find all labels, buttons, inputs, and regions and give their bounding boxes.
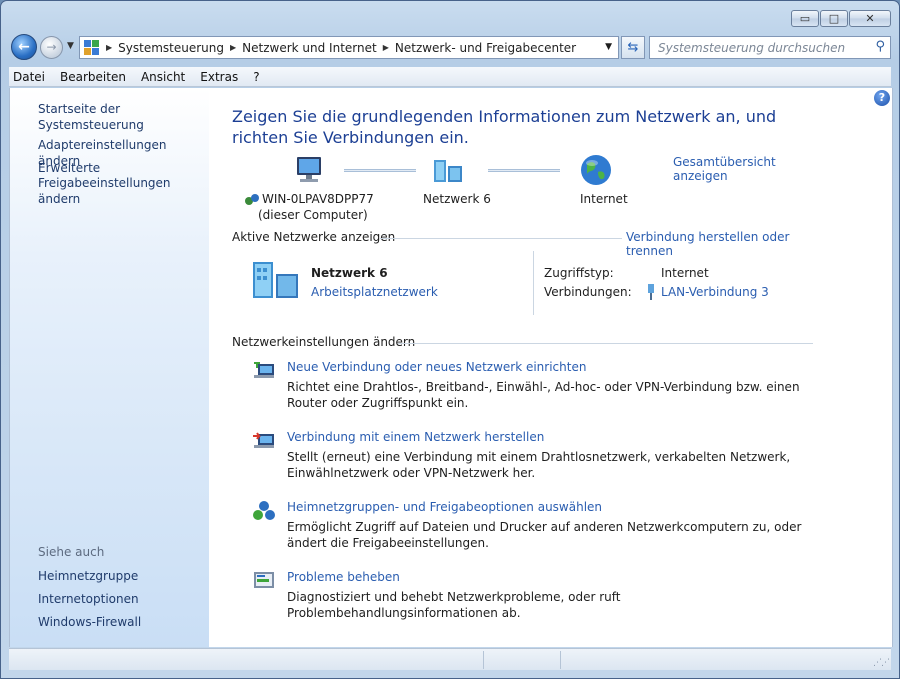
status-divider	[560, 651, 561, 669]
chevron-right-icon[interactable]: ▶	[230, 43, 236, 52]
access-type-label: Zugriffstyp:	[544, 266, 614, 280]
active-networks-heading: Aktive Netzwerke anzeigen	[232, 230, 396, 244]
homegroup-icon	[252, 500, 276, 522]
lan-connection-icon	[645, 284, 657, 300]
network-label: Netzwerk 6	[423, 192, 491, 206]
access-type-value: Internet	[661, 266, 709, 280]
breadcrumb-systemsteuerung[interactable]: Systemsteuerung	[118, 41, 224, 55]
new-connection-icon	[252, 360, 276, 382]
menu-ansicht[interactable]: Ansicht	[141, 70, 185, 84]
content-area: Startseite der Systemsteuerung Adapterei…	[9, 88, 893, 647]
active-network-name: Netzwerk 6	[311, 266, 388, 280]
map-connection-line	[488, 169, 560, 172]
vertical-divider	[533, 251, 534, 315]
chevron-right-icon: ▶	[106, 43, 113, 52]
task-homegroup-link[interactable]: Heimnetzgruppen- und Freigabeoptionen au…	[287, 500, 602, 514]
network-icon[interactable]	[432, 156, 466, 189]
menu-help[interactable]: ?	[253, 70, 259, 84]
section-divider	[380, 238, 622, 239]
link-windows-firewall[interactable]: Windows-Firewall	[38, 614, 141, 630]
see-also-heading: Siehe auch	[38, 545, 105, 559]
settings-heading: Netzwerkeinstellungen ändern	[232, 335, 416, 349]
control-panel-icon	[84, 39, 100, 56]
link-advanced-sharing-line1[interactable]: Erweiterte	[38, 160, 100, 176]
section-divider	[398, 343, 813, 344]
resize-grip-icon[interactable]: ⋰⋰	[873, 658, 890, 668]
troubleshoot-icon	[252, 570, 276, 592]
task-new-connection-desc: Richtet eine Drahtlos-, Breitband-, Einw…	[287, 380, 800, 410]
task-connect-network-desc: Stellt (erneut) eine Verbindung mit eine…	[287, 450, 791, 480]
search-icon[interactable]: ⚲	[875, 39, 885, 54]
maximize-button[interactable]: □	[820, 10, 848, 27]
task-homegroup-desc: Ermöglicht Zugriff auf Dateien und Druck…	[287, 520, 802, 550]
status-bar: ⋰⋰	[9, 648, 891, 670]
link-advanced-sharing-line2[interactable]: Freigabeeinstellungen ändern	[38, 175, 209, 207]
breadcrumb-netzwerk-internet[interactable]: Netzwerk und Internet	[242, 41, 377, 55]
caption-buttons: ▭ □ ✕	[790, 10, 891, 27]
search-placeholder: Systemsteuerung durchsuchen	[658, 41, 846, 55]
link-homegroup[interactable]: Heimnetzgruppe	[38, 568, 138, 584]
network-type-link[interactable]: Arbeitsplatznetzwerk	[311, 285, 438, 299]
computer-label: WIN-0LPAV8DPP77	[244, 192, 374, 206]
menu-extras[interactable]: Extras	[200, 70, 238, 84]
task-new-connection-link[interactable]: Neue Verbindung oder neues Netzwerk einr…	[287, 360, 586, 374]
refresh-icon: ⇆	[627, 40, 639, 55]
link-internet-options[interactable]: Internetoptionen	[38, 591, 139, 607]
forward-button[interactable]: →	[40, 36, 63, 59]
link-control-panel-home[interactable]: Startseite der Systemsteuerung	[38, 101, 209, 133]
computer-icon	[292, 155, 326, 190]
chevron-right-icon[interactable]: ▶	[383, 43, 389, 52]
task-connect-network-link[interactable]: Verbindung mit einem Netzwerk herstellen	[287, 430, 544, 444]
computer-name: WIN-0LPAV8DPP77	[262, 192, 374, 206]
close-button[interactable]: ✕	[849, 10, 891, 27]
page-title: Zeigen Sie die grundlegenden Information…	[232, 107, 777, 147]
breadcrumb-freigabecenter[interactable]: Netzwerk- und Freigabecenter	[395, 41, 576, 55]
help-icon[interactable]: ?	[874, 90, 890, 106]
explorer-window: ▭ □ ✕ ← → ▼ ▶ Systemsteuerung ▶ Netzwerk…	[0, 0, 900, 679]
menu-datei[interactable]: Datei	[13, 70, 45, 84]
back-button[interactable]: ←	[11, 34, 37, 60]
computer-sub-label: (dieser Computer)	[258, 208, 368, 222]
menu-bar: Datei Bearbeiten Ansicht Extras ?	[9, 67, 891, 87]
status-divider	[483, 651, 484, 669]
full-map-link[interactable]: Gesamtübersicht anzeigen	[673, 155, 822, 183]
refresh-button[interactable]: ⇆	[621, 36, 645, 59]
lan-connection-link[interactable]: LAN-Verbindung 3	[661, 285, 769, 299]
network-computer-icon	[244, 192, 260, 206]
map-connection-line	[344, 169, 416, 172]
globe-icon[interactable]	[580, 154, 612, 189]
task-pane: Startseite der Systemsteuerung Adapterei…	[10, 88, 209, 647]
connections-label: Verbindungen:	[544, 285, 632, 299]
address-bar[interactable]: ▶ Systemsteuerung ▶ Netzwerk und Interne…	[79, 36, 619, 59]
task-troubleshoot-link[interactable]: Probleme beheben	[287, 570, 400, 584]
search-box[interactable]: Systemsteuerung durchsuchen ⚲	[649, 36, 891, 59]
navigation-row: ← → ▼ ▶ Systemsteuerung ▶ Netzwerk und I…	[9, 32, 891, 62]
recent-pages-dropdown-icon[interactable]: ▼	[67, 41, 74, 51]
task-troubleshoot-desc: Diagnostiziert und behebt Netzwerkproble…	[287, 590, 621, 620]
connect-network-icon	[252, 430, 276, 452]
minimize-button[interactable]: ▭	[791, 10, 819, 27]
address-dropdown-icon[interactable]: ▼	[605, 42, 612, 52]
internet-label: Internet	[580, 192, 628, 206]
menu-bearbeiten[interactable]: Bearbeiten	[60, 70, 126, 84]
workplace-network-icon	[252, 260, 300, 300]
connect-disconnect-link[interactable]: Verbindung herstellen oder trennen	[626, 230, 822, 258]
